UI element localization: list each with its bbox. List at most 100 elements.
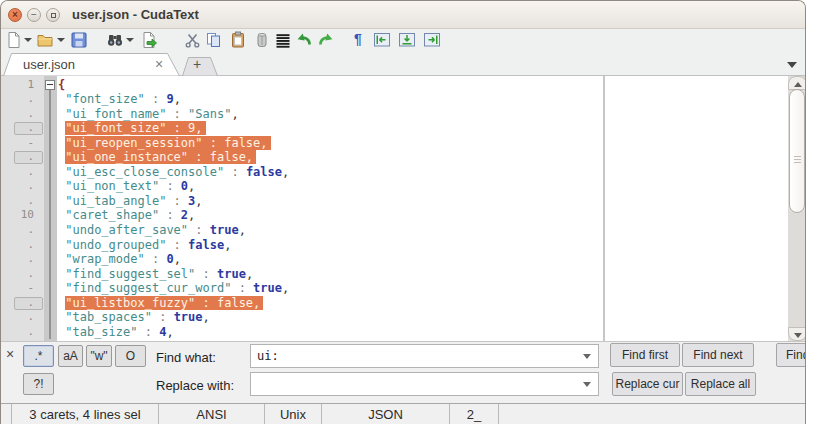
regex-toggle[interactable]: .* — [23, 345, 54, 367]
gutter-line-number: 1 — [1, 78, 34, 93]
code-line[interactable]: "caret_shape" : 2, — [58, 208, 195, 223]
find-dialog-button[interactable] — [106, 31, 124, 49]
code-line[interactable]: "ui_font_size" : 9, — [58, 121, 206, 136]
code-line[interactable]: "undo_after_save" : true, — [58, 223, 246, 238]
replace-input-arrow-icon[interactable] — [583, 382, 591, 387]
marker-drop-button[interactable] — [398, 31, 416, 49]
close-button[interactable]: × — [8, 8, 22, 22]
status-line-ends[interactable]: Unix — [264, 404, 321, 424]
replace-cur-button[interactable]: Replace cur — [612, 372, 683, 396]
find-close-icon[interactable]: × — [6, 346, 14, 362]
maximize-icon — [51, 13, 56, 18]
code-line[interactable]: "ui_esc_close_console" : false, — [58, 165, 289, 180]
find-menu-arrow[interactable] — [126, 38, 134, 42]
find-panel: × .* aA "w" O Find what: ui: ?! Replace … — [1, 341, 805, 403]
gutter-line-number: - — [1, 281, 34, 296]
code-line[interactable]: "wrap_mode" : 0, — [58, 252, 181, 267]
tab-close-icon[interactable]: × — [152, 56, 166, 72]
find-input[interactable]: ui: — [250, 344, 599, 368]
code-line[interactable]: "ui_font_name" : "Sans", — [58, 107, 239, 122]
code-line[interactable]: { — [58, 78, 65, 93]
gutter-line-number: . — [1, 92, 34, 107]
gutter-line-number: . — [1, 310, 34, 325]
gutter: 1...-....10....-... — [1, 76, 44, 341]
code-line[interactable]: "tab_size" : 4, — [58, 325, 174, 340]
code-line[interactable]: "find_suggest_cur_word" : true, — [58, 281, 289, 296]
delete-button[interactable] — [253, 31, 271, 49]
replace-input[interactable] — [250, 372, 599, 396]
statusbar: 3 carets, 4 lines selANSIUnixJSON2_ — [1, 403, 805, 424]
titlebar[interactable]: × − user.json - CudaText — [1, 1, 805, 29]
redo-button[interactable] — [317, 31, 335, 49]
show-unprinted-button[interactable]: ¶ — [349, 31, 367, 47]
code-line[interactable]: "ui_listbox_fuzzy" : false, — [58, 296, 263, 311]
window-title: user.json - CudaText — [72, 7, 199, 22]
find-input-value: ui: — [257, 349, 279, 363]
editor[interactable]: 1...-....10....-... { "font_size" : 9, "… — [1, 76, 805, 341]
status-message[interactable] — [498, 404, 806, 424]
replace-all-button[interactable]: Replace all — [685, 372, 756, 396]
find-first-button[interactable]: Find first — [610, 343, 680, 367]
maximize-button[interactable] — [46, 8, 60, 22]
gutter-line-number: . — [1, 194, 34, 209]
editor-vscrollbar[interactable] — [788, 76, 806, 341]
new-file-button[interactable] — [5, 31, 23, 49]
gutter-line-number: . — [1, 107, 34, 122]
case-toggle[interactable]: aA — [58, 345, 83, 367]
code-line[interactable]: "ui_tab_angle" : 3, — [58, 194, 203, 209]
code-line[interactable]: "ui_non_text" : 0, — [58, 179, 195, 194]
code-line[interactable]: "find_suggest_sel" : true, — [58, 267, 253, 282]
copy-button[interactable] — [205, 31, 223, 49]
toolbar: ¶ — [1, 29, 805, 53]
minimize-button[interactable]: − — [27, 8, 41, 22]
gutter-line-number: . — [1, 252, 34, 267]
undo-button[interactable] — [295, 31, 313, 49]
tabbar: user.json × + — [1, 53, 805, 76]
paste-button[interactable] — [229, 31, 247, 49]
code-line[interactable]: "ui_reopen_session" : false, — [58, 136, 271, 151]
gutter-line-number: . — [1, 179, 34, 194]
editor-splitter[interactable] — [603, 76, 605, 341]
scroll-down-button[interactable] — [788, 327, 806, 341]
code-line[interactable]: "undo_grouped" : false, — [58, 238, 231, 253]
code-line[interactable]: "tab_spaces" : true, — [58, 310, 210, 325]
status-caret-info[interactable]: 3 carets, 4 lines sel — [11, 404, 158, 424]
preserve-case-toggle[interactable]: O — [115, 345, 146, 367]
gutter-line-number: 10 — [1, 208, 34, 223]
tab-label[interactable]: user.json — [23, 57, 75, 72]
marker-right-button[interactable] — [423, 31, 441, 49]
word-toggle[interactable]: "w" — [86, 345, 112, 367]
open-file-button[interactable] — [36, 31, 54, 49]
tab-plus-label[interactable]: + — [193, 56, 201, 72]
code-line[interactable]: "ui_one_instance" : false, — [58, 150, 256, 165]
app-window: × − user.json - CudaText — [0, 0, 806, 424]
save-file-button[interactable] — [70, 31, 88, 49]
reload-file-button[interactable] — [141, 31, 159, 49]
gutter-line-number: . — [1, 238, 34, 253]
open-file-menu-arrow[interactable] — [57, 38, 65, 42]
tab-list-arrow-icon[interactable] — [787, 62, 797, 68]
find-input-arrow-icon[interactable] — [583, 354, 591, 359]
code-line[interactable]: "font_size" : 9, — [58, 92, 181, 107]
status-lexer[interactable]: JSON — [321, 404, 449, 424]
select-all-button[interactable] — [274, 31, 292, 49]
find-prev-button[interactable]: Find prev — [776, 343, 806, 367]
gutter-line-number: . — [1, 121, 34, 136]
confirm-toggle[interactable]: ?! — [23, 373, 54, 395]
fold-minus-icon[interactable] — [45, 80, 55, 90]
new-file-menu-arrow[interactable] — [24, 38, 32, 42]
cut-button[interactable] — [184, 31, 202, 49]
scrollbar-thumb[interactable] — [789, 89, 805, 213]
find-next-button[interactable]: Find next — [682, 343, 754, 367]
find-what-label: Find what: — [156, 350, 216, 365]
scroll-up-button[interactable] — [788, 76, 806, 90]
gutter-line-number: . — [1, 150, 34, 165]
status-encoding[interactable]: ANSI — [158, 404, 264, 424]
status-tabsize[interactable]: 2_ — [449, 404, 498, 424]
gutter-line-number: . — [1, 223, 34, 238]
fold-line — [49, 90, 51, 339]
gutter-line-number: . — [1, 165, 34, 180]
scroll-down-icon — [794, 333, 802, 338]
replace-with-label: Replace with: — [156, 378, 234, 393]
marker-left-button[interactable] — [373, 31, 391, 49]
